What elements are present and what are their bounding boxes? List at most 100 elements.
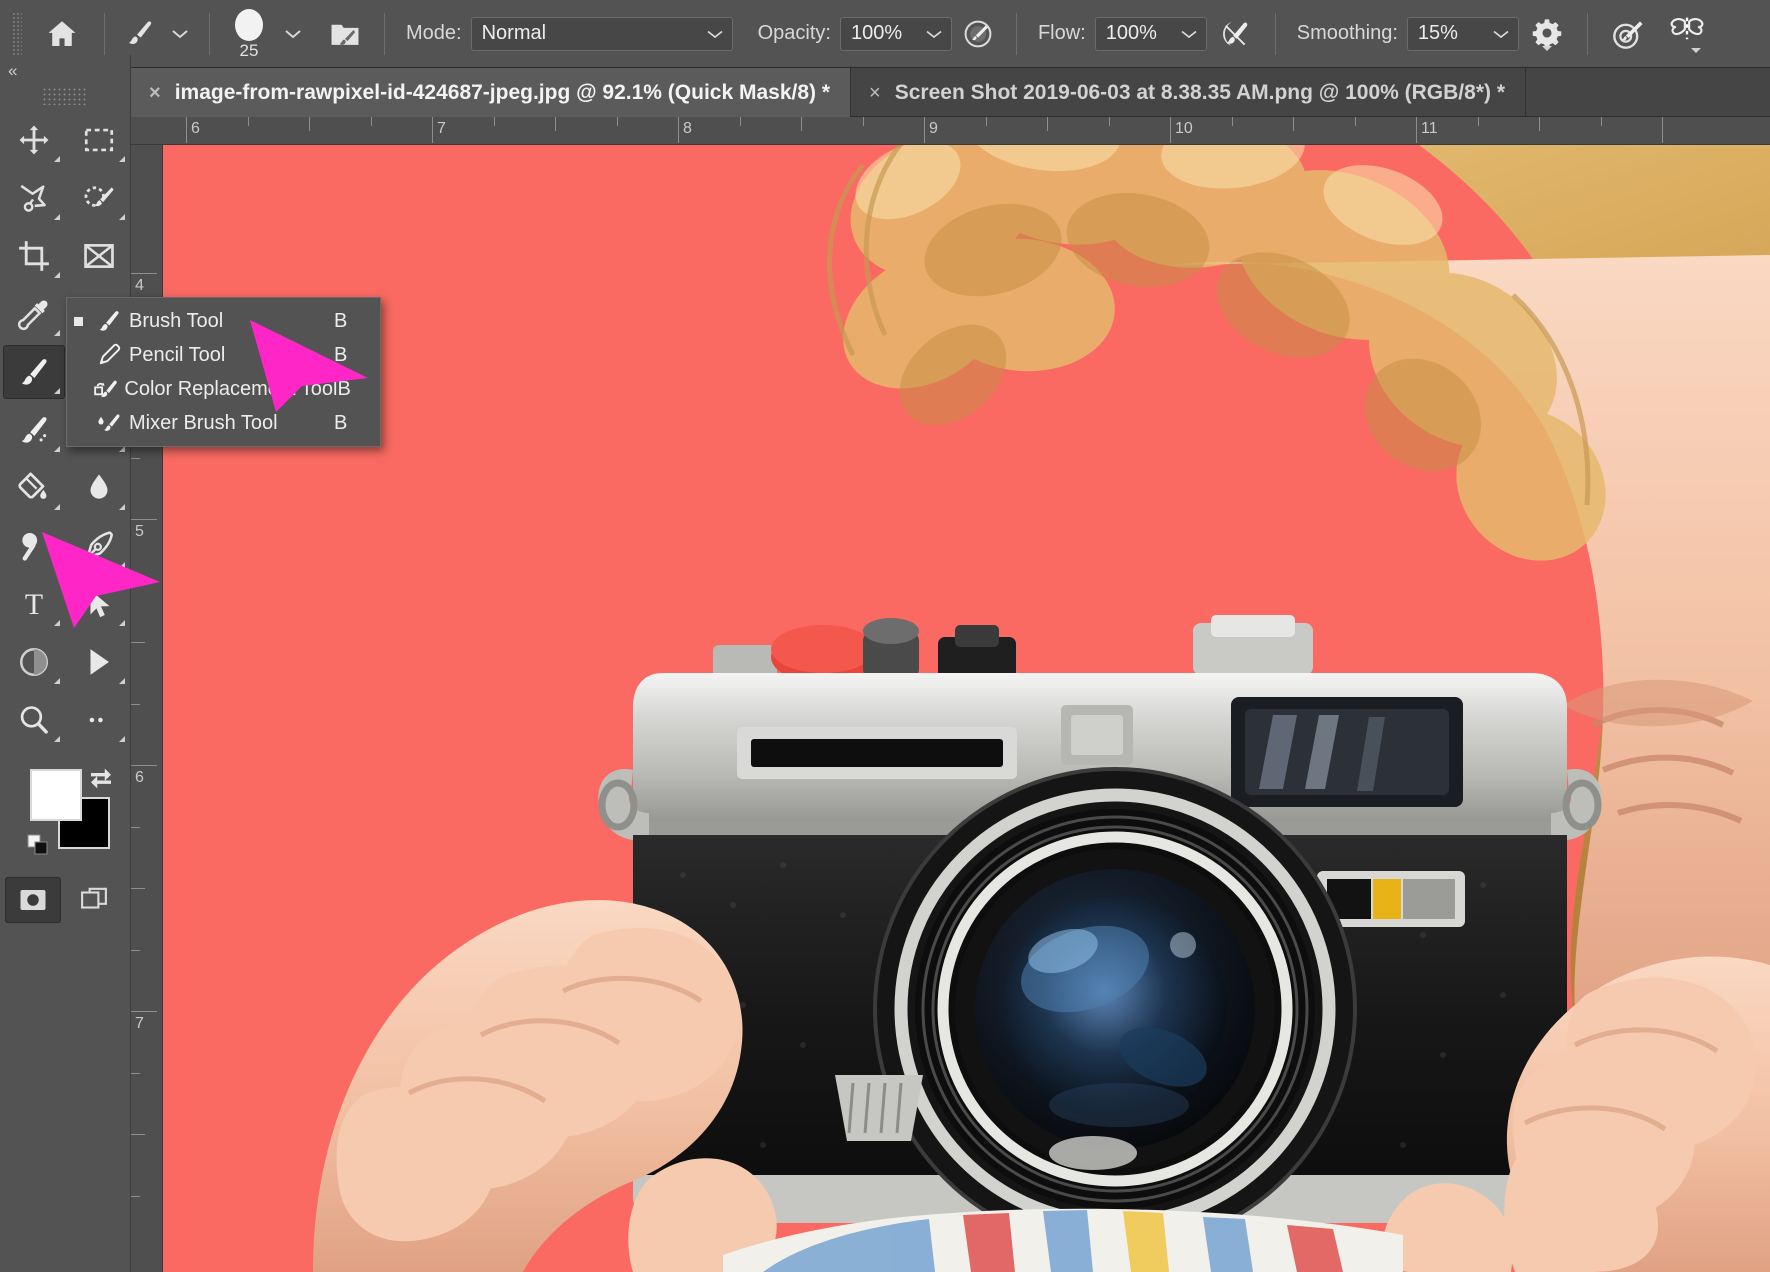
close-icon[interactable]: × [149,83,161,103]
divider [104,13,105,55]
divider [209,13,210,55]
blend-mode-chevron-down-icon[interactable] [699,17,733,51]
flyout-item-shortcut: B [334,310,380,333]
tool-frame-tool[interactable] [68,229,130,283]
flow-label: Flow: [1029,22,1095,45]
tool-flyout-triangle-icon [119,620,125,626]
tool-dodge-tool[interactable] [3,519,65,573]
swap-colors-icon[interactable] [86,765,116,800]
foreground-color-swatch[interactable] [30,769,82,821]
quick-mask-icon[interactable] [5,877,61,923]
symmetry-options-triangle-icon [1691,48,1701,53]
tool-flyout-triangle-icon [54,620,60,626]
tool-flyout-triangle-icon [54,504,60,510]
flyout-item-pencil-tool[interactable]: Pencil Tool B [67,338,380,372]
tool-flyout-triangle-icon [119,678,125,684]
tool-flyout-triangle-icon [54,214,60,220]
tool-quick-selection-tool[interactable] [68,171,130,225]
brush-preset-icon[interactable] [117,11,163,57]
tool-brush-tool[interactable] [3,345,65,399]
tool-horizontal-type-tool[interactable]: T [3,577,65,631]
tool-flyout-triangle-icon [54,272,60,278]
opacity-chevron-down-icon[interactable] [918,17,952,51]
brush-tool-flyout-menu[interactable]: Brush Tool B Pencil Tool B Color Replace… [66,297,381,447]
ruler-tick-label: 11 [1421,120,1438,138]
gear-icon[interactable] [1519,11,1575,57]
flyout-item-color-replacement-tool[interactable]: Color Replacement Tool B [67,372,380,406]
smoothing-input[interactable]: 15% [1407,17,1519,51]
tools-panel: « [0,55,131,1272]
tool-gradient-tool[interactable] [3,461,65,515]
tool-history-brush-tool[interactable] [3,403,65,457]
tablet-pressure-size-icon[interactable] [1600,11,1656,57]
tool-pen-tool[interactable] [68,519,130,573]
collapse-panel-button[interactable]: « [0,55,130,87]
smoothing-chevron-down-icon[interactable] [1485,17,1519,51]
tool-path-selection-tool[interactable] [68,577,130,631]
tool-flyout-triangle-icon [54,562,60,568]
tool-flyout-triangle-icon [54,678,60,684]
color-replacement-icon [87,376,124,402]
tool-ellipse-tool[interactable] [3,635,65,689]
flyout-item-brush-tool[interactable]: Brush Tool B [67,304,380,338]
tool-flyout-triangle-icon [119,156,125,162]
close-icon[interactable]: × [869,83,881,103]
screen-mode-icon[interactable] [66,877,122,923]
tab-title: Screen Shot 2019-06-03 at 8.38.35 AM.png… [895,81,1505,105]
tool-more-tools[interactable] [68,693,130,747]
tool-flyout-triangle-icon [119,504,125,510]
document-canvas[interactable] [163,145,1770,1272]
brush-settings-panel-icon[interactable] [318,11,372,57]
flyout-item-shortcut: B [334,412,380,435]
mixer-brush-icon [89,410,129,436]
tool-lasso-tool[interactable] [3,171,65,225]
divider [1275,13,1276,55]
ruler-tick-label: 9 [929,120,938,138]
tab-screen-shot[interactable]: × Screen Shot 2019-06-03 at 8.38.35 AM.p… [851,68,1526,117]
horizontal-ruler[interactable]: 6 7 8 9 10 11 [131,117,1770,145]
flow-chevron-down-icon[interactable] [1173,17,1207,51]
divider [384,13,385,55]
home-icon[interactable] [32,11,92,57]
tool-flyout-triangle-icon [119,562,125,568]
airbrush-icon[interactable] [1207,11,1263,57]
flyout-item-label: Pencil Tool [129,344,334,367]
flow-input[interactable]: 100% [1095,17,1207,51]
options-bar-grip[interactable] [12,12,22,56]
symmetry-butterfly-icon[interactable] [1656,11,1718,57]
tool-flyout-triangle-icon [54,736,60,742]
ruler-tick-label: 6 [135,769,144,787]
brush-panel-chevron-down-icon[interactable] [276,17,310,51]
mode-label: Mode: [397,22,471,45]
ruler-tick-label: 7 [437,120,446,138]
pencil-icon [89,342,129,368]
tool-eyedropper-tool[interactable] [3,287,65,341]
blend-mode-value: Normal [471,17,699,51]
tool-flyout-triangle-icon [119,214,125,220]
tool-rectangular-marquee-tool[interactable] [68,113,130,167]
opacity-input[interactable]: 100% [840,17,952,51]
tab-image-from-rawpixel[interactable]: × image-from-rawpixel-id-424687-jpeg.jpg… [131,68,851,117]
photo-boy-with-camera [163,145,1770,1272]
tool-zoom-tool[interactable] [3,693,65,747]
ruler-tick-label: 4 [135,277,144,295]
pressure-opacity-icon[interactable] [952,11,1004,57]
default-colors-icon[interactable] [26,833,50,862]
tool-crop-tool[interactable] [3,229,65,283]
tool-blur-tool[interactable] [68,461,130,515]
flyout-item-mixer-brush-tool[interactable]: Mixer Brush Tool B [67,406,380,440]
tool-flyout-triangle-icon [54,156,60,162]
blend-mode-select[interactable]: Normal [471,17,733,51]
tool-move-tool[interactable] [3,113,65,167]
photoshop-window: 25 Mode: Normal Opacity: 100% [0,0,1770,1272]
ruler-tick-label: 6 [191,120,200,138]
tools-panel-grip[interactable] [42,87,88,105]
brush-icon [89,308,129,334]
tool-flyout-triangle-icon [54,388,60,394]
smoothing-label: Smoothing: [1288,22,1407,45]
flyout-item-label: Color Replacement Tool [124,378,337,401]
brush-preset-chevron-down-icon[interactable] [163,17,197,51]
flow-value: 100% [1095,17,1173,51]
brush-size-preview[interactable]: 25 [222,9,276,59]
tool-custom-shape-tool[interactable] [68,635,130,689]
